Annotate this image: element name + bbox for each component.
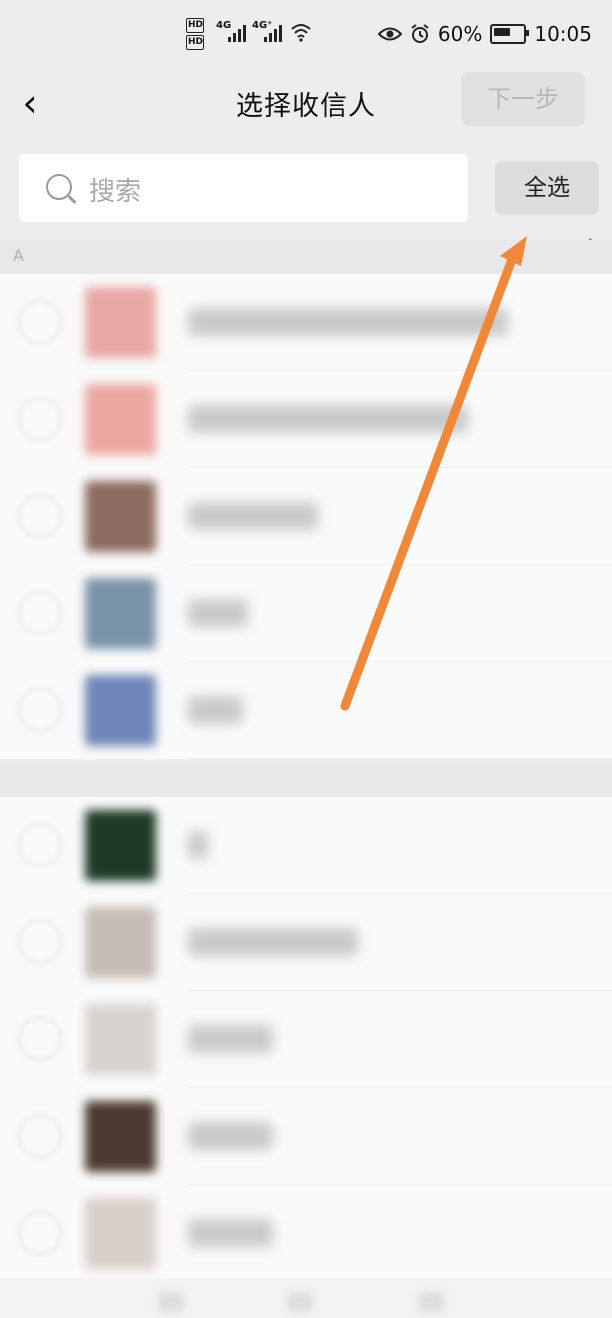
nav-back-icon[interactable] (158, 1292, 184, 1312)
system-nav-bar (0, 1278, 612, 1318)
nav-recents-icon[interactable] (418, 1292, 444, 1312)
annotation-arrow-icon (340, 236, 527, 711)
nav-home-icon[interactable] (287, 1292, 313, 1312)
